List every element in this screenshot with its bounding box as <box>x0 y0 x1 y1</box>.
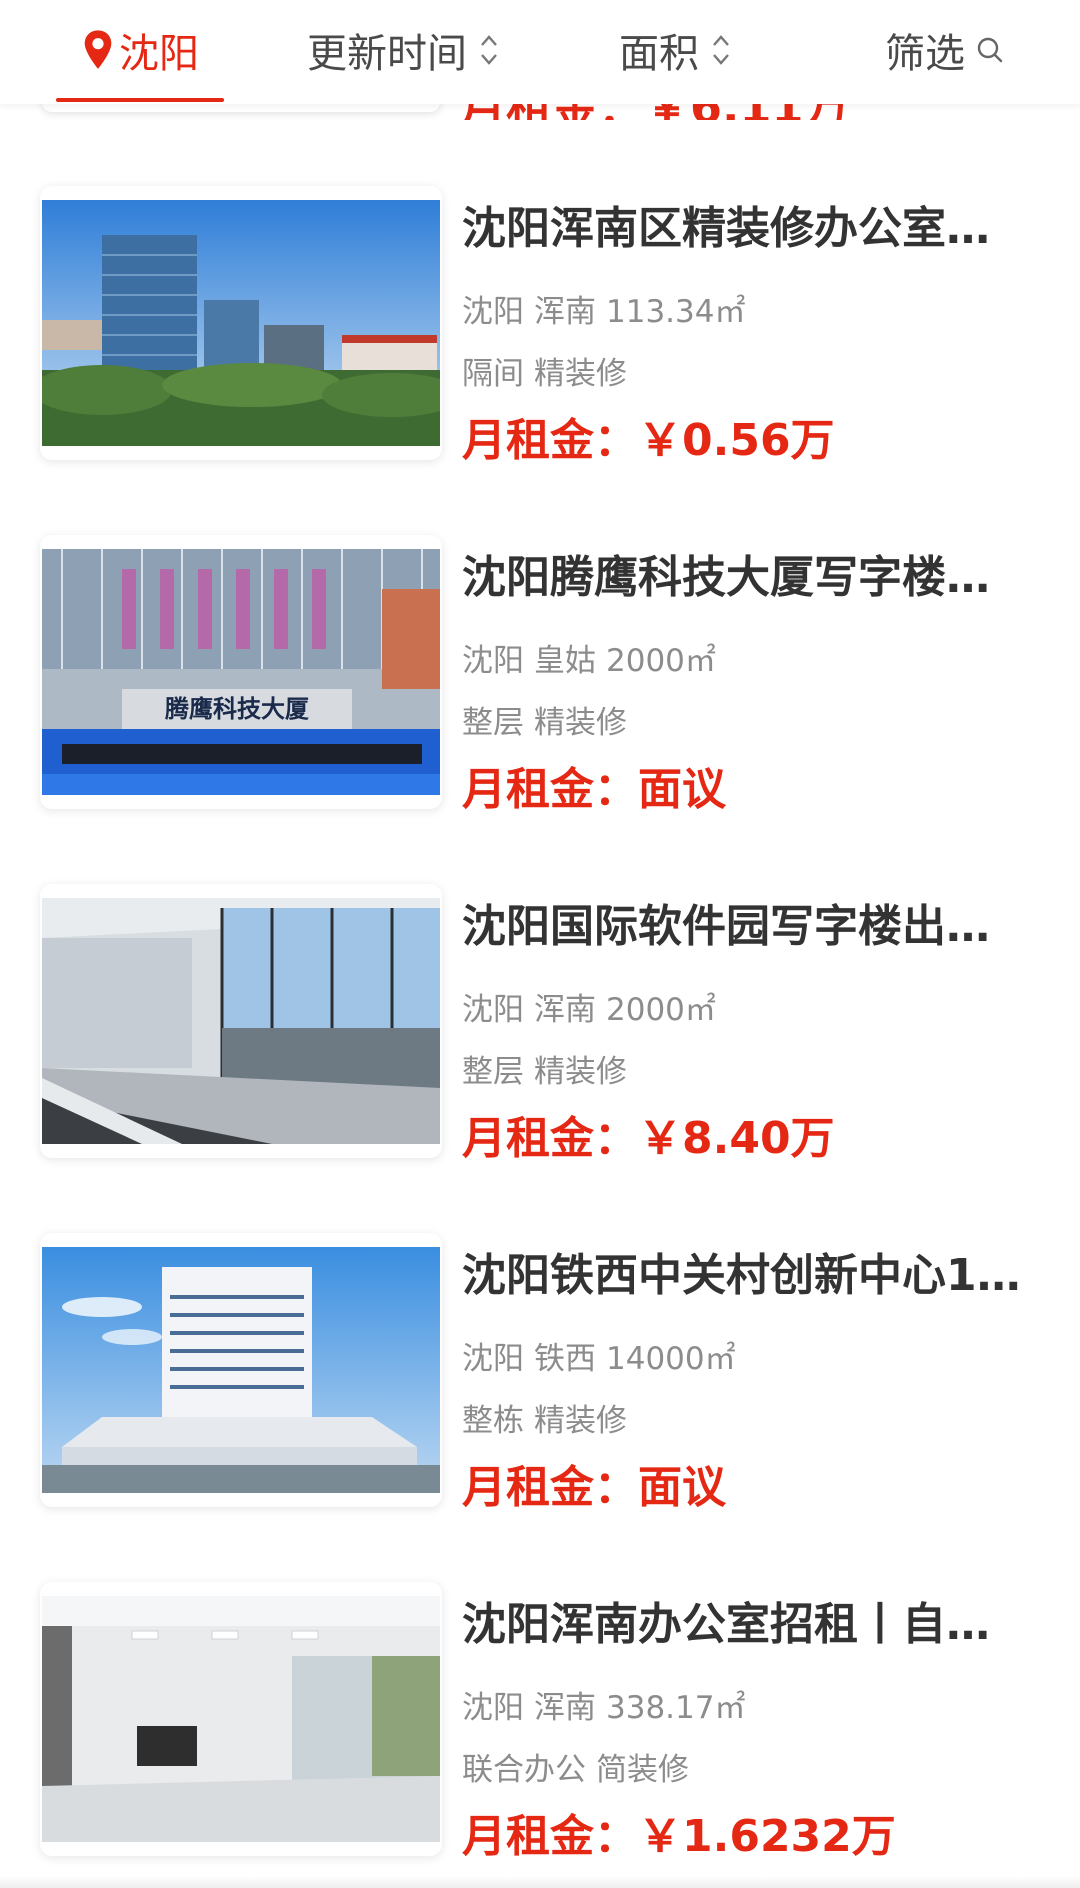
listing-price: 月租金：面议 <box>462 1451 726 1515</box>
listing-card[interactable]: 腾鹰科技大厦 沈阳腾鹰科技大厦写字楼… 沈阳 皇姑 2000㎡ 整层 精装修 月租金：… <box>0 535 1080 825</box>
sort-by-update-time[interactable]: 更新时间 <box>298 0 508 100</box>
listing-city: 沈阳 <box>462 992 524 1028</box>
listing-district: 铁西 <box>534 1341 596 1377</box>
listing-layout-decoration: 整栋 精装修 <box>462 1395 627 1440</box>
listing-area: 14000㎡ <box>606 1341 736 1377</box>
listing-card[interactable]: 沈阳浑南区精装修办公室… 沈阳 浑南 113.34㎡ 隔间 精装修 月租金：￥0.56… <box>0 186 1080 476</box>
listing-area: 113.34㎡ <box>606 294 746 330</box>
listing-price: 月租金：￥1.6232万 <box>462 1800 896 1864</box>
filter-button[interactable]: 筛选 <box>880 0 1010 100</box>
listing-area: 2000㎡ <box>606 992 716 1028</box>
price-value: 面议 <box>638 764 726 815</box>
price-value: 面议 <box>638 1462 726 1513</box>
listing-layout: 整栋 <box>462 1403 524 1439</box>
listing-layout: 联合办公 <box>462 1752 586 1788</box>
listing-card[interactable]: 沈阳铁西中关村创新中心1… 沈阳 铁西 14000㎡ 整栋 精装修 月租金：面议 <box>0 1233 1080 1523</box>
listing-layout: 整层 <box>462 1054 524 1090</box>
listing-district: 皇姑 <box>534 643 596 679</box>
bottom-edge <box>0 1876 1080 1888</box>
listing-layout-decoration: 隔间 精装修 <box>462 348 627 393</box>
listing-city: 沈阳 <box>462 1341 524 1377</box>
listing-area: 338.17㎡ <box>606 1690 746 1726</box>
listing-price: 月租金：￥0.56万 <box>462 404 835 468</box>
office-building-photo <box>42 1247 440 1493</box>
listing-title[interactable]: 沈阳国际软件园写字楼出… <box>462 898 1042 955</box>
listing-city: 沈阳 <box>462 643 524 679</box>
price-value: ￥0.56万 <box>638 415 835 466</box>
listing-title[interactable]: 沈阳浑南办公室招租丨自… <box>462 1596 1042 1653</box>
sort-arrows-icon <box>713 35 729 65</box>
listing-price: 月租金：￥8.40万 <box>462 1102 835 1166</box>
listing-location-area: 沈阳 皇姑 2000㎡ <box>462 635 716 680</box>
office-interior-photo <box>42 898 440 1144</box>
listing-title[interactable]: 沈阳腾鹰科技大厦写字楼… <box>462 549 1042 606</box>
listing-city: 沈阳 <box>462 1690 524 1726</box>
listing-title[interactable]: 沈阳铁西中关村创新中心1… <box>462 1247 1042 1304</box>
sort-time-label: 更新时间 <box>307 31 467 77</box>
listing-location-area: 沈阳 浑南 338.17㎡ <box>462 1682 745 1727</box>
office-building-photo <box>42 200 440 446</box>
listing-district: 浑南 <box>534 992 596 1028</box>
office-interior-photo <box>42 1596 440 1842</box>
listing-thumbnail[interactable] <box>40 186 442 460</box>
listing-title[interactable]: 沈阳浑南区精装修办公室… <box>462 200 1042 257</box>
listing-location-area: 沈阳 铁西 14000㎡ <box>462 1333 736 1378</box>
sort-arrows-icon <box>481 35 497 65</box>
city-label: 沈阳 <box>119 31 199 77</box>
listing-decoration: 精装修 <box>534 356 627 392</box>
listing-decoration: 精装修 <box>534 1403 627 1439</box>
listing-location-area: 沈阳 浑南 113.34㎡ <box>462 286 745 331</box>
filter-label: 筛选 <box>885 31 965 77</box>
price-label: 月租金： <box>462 764 638 815</box>
listing-price: 月租金：面议 <box>462 753 726 817</box>
listing-layout-decoration: 联合办公 简装修 <box>462 1744 689 1789</box>
city-selector[interactable]: 沈阳 <box>56 0 224 102</box>
price-label: 月租金： <box>462 415 638 466</box>
listing-layout-decoration: 整层 精装修 <box>462 697 627 742</box>
listing-thumbnail[interactable] <box>40 1582 442 1856</box>
listing-layout: 隔间 <box>462 356 524 392</box>
price-value: ￥1.6232万 <box>638 1811 896 1862</box>
sort-area-label: 面积 <box>619 31 699 77</box>
price-value: ￥8.40万 <box>638 1113 835 1164</box>
listing-district: 浑南 <box>534 294 596 330</box>
listing-decoration: 精装修 <box>534 705 627 741</box>
office-building-photo: 腾鹰科技大厦 <box>42 549 440 795</box>
listing-district: 浑南 <box>534 1690 596 1726</box>
search-icon <box>977 37 1003 63</box>
listing-layout-decoration: 整层 精装修 <box>462 1046 627 1091</box>
listing-thumbnail[interactable] <box>40 1233 442 1507</box>
listing-decoration: 精装修 <box>534 1054 627 1090</box>
sort-by-area[interactable]: 面积 <box>610 0 740 100</box>
listing-city: 沈阳 <box>462 294 524 330</box>
listing-card[interactable]: 沈阳浑南办公室招租丨自… 沈阳 浑南 338.17㎡ 联合办公 简装修 月租金：￥1.… <box>0 1582 1080 1872</box>
price-label: 月租金： <box>462 1462 638 1513</box>
listing-card[interactable]: 沈阳国际软件园写字楼出… 沈阳 浑南 2000㎡ 整层 精装修 月租金：￥8.40万 <box>0 884 1080 1174</box>
listing-layout: 整层 <box>462 705 524 741</box>
listing-thumbnail[interactable]: 腾鹰科技大厦 <box>40 535 442 809</box>
listing-area: 2000㎡ <box>606 643 716 679</box>
location-pin-icon <box>84 30 112 69</box>
filter-bar: 沈阳 更新时间 面积 筛选 <box>0 0 1080 104</box>
listing-thumbnail[interactable] <box>40 884 442 1158</box>
svg-text:腾鹰科技大厦: 腾鹰科技大厦 <box>165 695 309 723</box>
price-label: 月租金： <box>462 1113 638 1164</box>
listing-decoration: 简装修 <box>596 1752 689 1788</box>
active-tab-indicator <box>56 98 224 102</box>
listing-location-area: 沈阳 浑南 2000㎡ <box>462 984 716 1029</box>
price-label: 月租金： <box>462 1811 638 1862</box>
